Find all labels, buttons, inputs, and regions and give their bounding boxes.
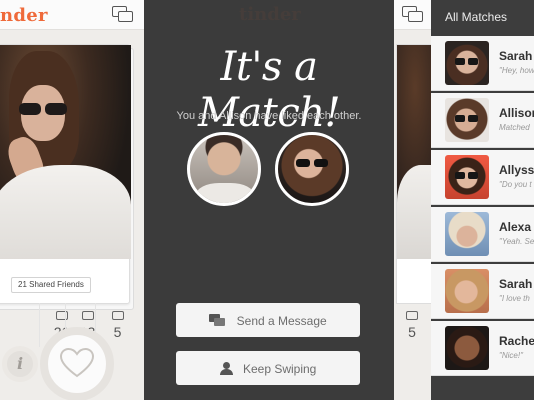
match-name: Rache	[499, 334, 534, 348]
brand-logo-faded: tinder	[239, 4, 301, 25]
match-avatar	[275, 132, 349, 206]
match-last-message: "Hey, how	[499, 66, 534, 75]
avatar	[445, 326, 489, 370]
avatar	[445, 269, 489, 313]
profile-card[interactable]: 21 Shared Friends 21 13 5	[0, 44, 131, 347]
chat-icon[interactable]	[402, 6, 424, 24]
info-button[interactable]: i	[2, 346, 38, 382]
avatar	[445, 41, 489, 85]
match-item[interactable]: Alexa "Yeah. Se	[431, 207, 534, 262]
swipe-screen-partial: 5	[394, 0, 431, 400]
match-item[interactable]: Allyssa "Do you t	[431, 150, 534, 205]
match-name: Allison	[499, 106, 534, 120]
match-name: Sarah	[499, 277, 533, 291]
send-message-button[interactable]: Send a Message	[176, 303, 360, 337]
match-subtitle: You and Allison have liked each other.	[176, 110, 362, 122]
match-item[interactable]: Sarah "I love th	[431, 264, 534, 319]
profile-card[interactable]: 5	[396, 44, 431, 340]
like-button[interactable]	[40, 327, 114, 400]
chat-icon[interactable]	[112, 6, 134, 24]
keep-swiping-button[interactable]: Keep Swiping	[176, 351, 360, 385]
swipe-screen: nder 21 Shared Friends 21	[0, 0, 144, 400]
profile-photo	[397, 45, 431, 259]
match-last-message: "Yeah. Se	[499, 237, 534, 246]
profile-photo	[0, 45, 131, 259]
match-name: Allyssa	[499, 163, 534, 177]
matches-header: All Matches	[431, 0, 534, 36]
shared-friends-badge[interactable]: 21 Shared Friends	[11, 277, 91, 293]
avatar	[445, 155, 489, 199]
matches-title: All Matches	[445, 10, 508, 24]
avatar	[445, 98, 489, 142]
match-name: Sarah	[499, 49, 533, 63]
match-item[interactable]: Rache "Nice!"	[431, 321, 534, 376]
camera-icon	[406, 311, 418, 320]
match-item[interactable]: Allison Matched	[431, 93, 534, 148]
action-bar: i	[0, 322, 144, 400]
heart-icon	[60, 348, 94, 378]
photos-stat: 5	[397, 303, 427, 347]
app-showcase: nder 21 Shared Friends 21	[0, 0, 534, 400]
match-name: Alexa	[499, 220, 532, 234]
match-last-message: "I love th	[499, 294, 530, 303]
top-bar	[394, 0, 431, 30]
match-last-message: "Do you t	[499, 180, 532, 189]
match-last-message: "Nice!"	[499, 351, 523, 360]
brand-logo: nder	[0, 5, 48, 26]
person-icon	[219, 362, 233, 376]
match-item[interactable]: Sarah "Hey, how	[431, 36, 534, 91]
match-last-message: Matched	[499, 123, 530, 132]
my-avatar	[187, 132, 261, 206]
camera-icon	[111, 311, 124, 320]
message-icon	[209, 314, 226, 327]
book-icon	[81, 311, 94, 320]
avatar	[445, 212, 489, 256]
match-title: It's a Match!	[197, 44, 341, 136]
match-screen: tinder It's a Match! You and Allison hav…	[144, 0, 394, 400]
photos-count: 5	[408, 324, 416, 340]
matches-screen: All Matches Sarah "Hey, how Allison Matc…	[431, 0, 534, 400]
top-bar: nder	[0, 0, 144, 30]
